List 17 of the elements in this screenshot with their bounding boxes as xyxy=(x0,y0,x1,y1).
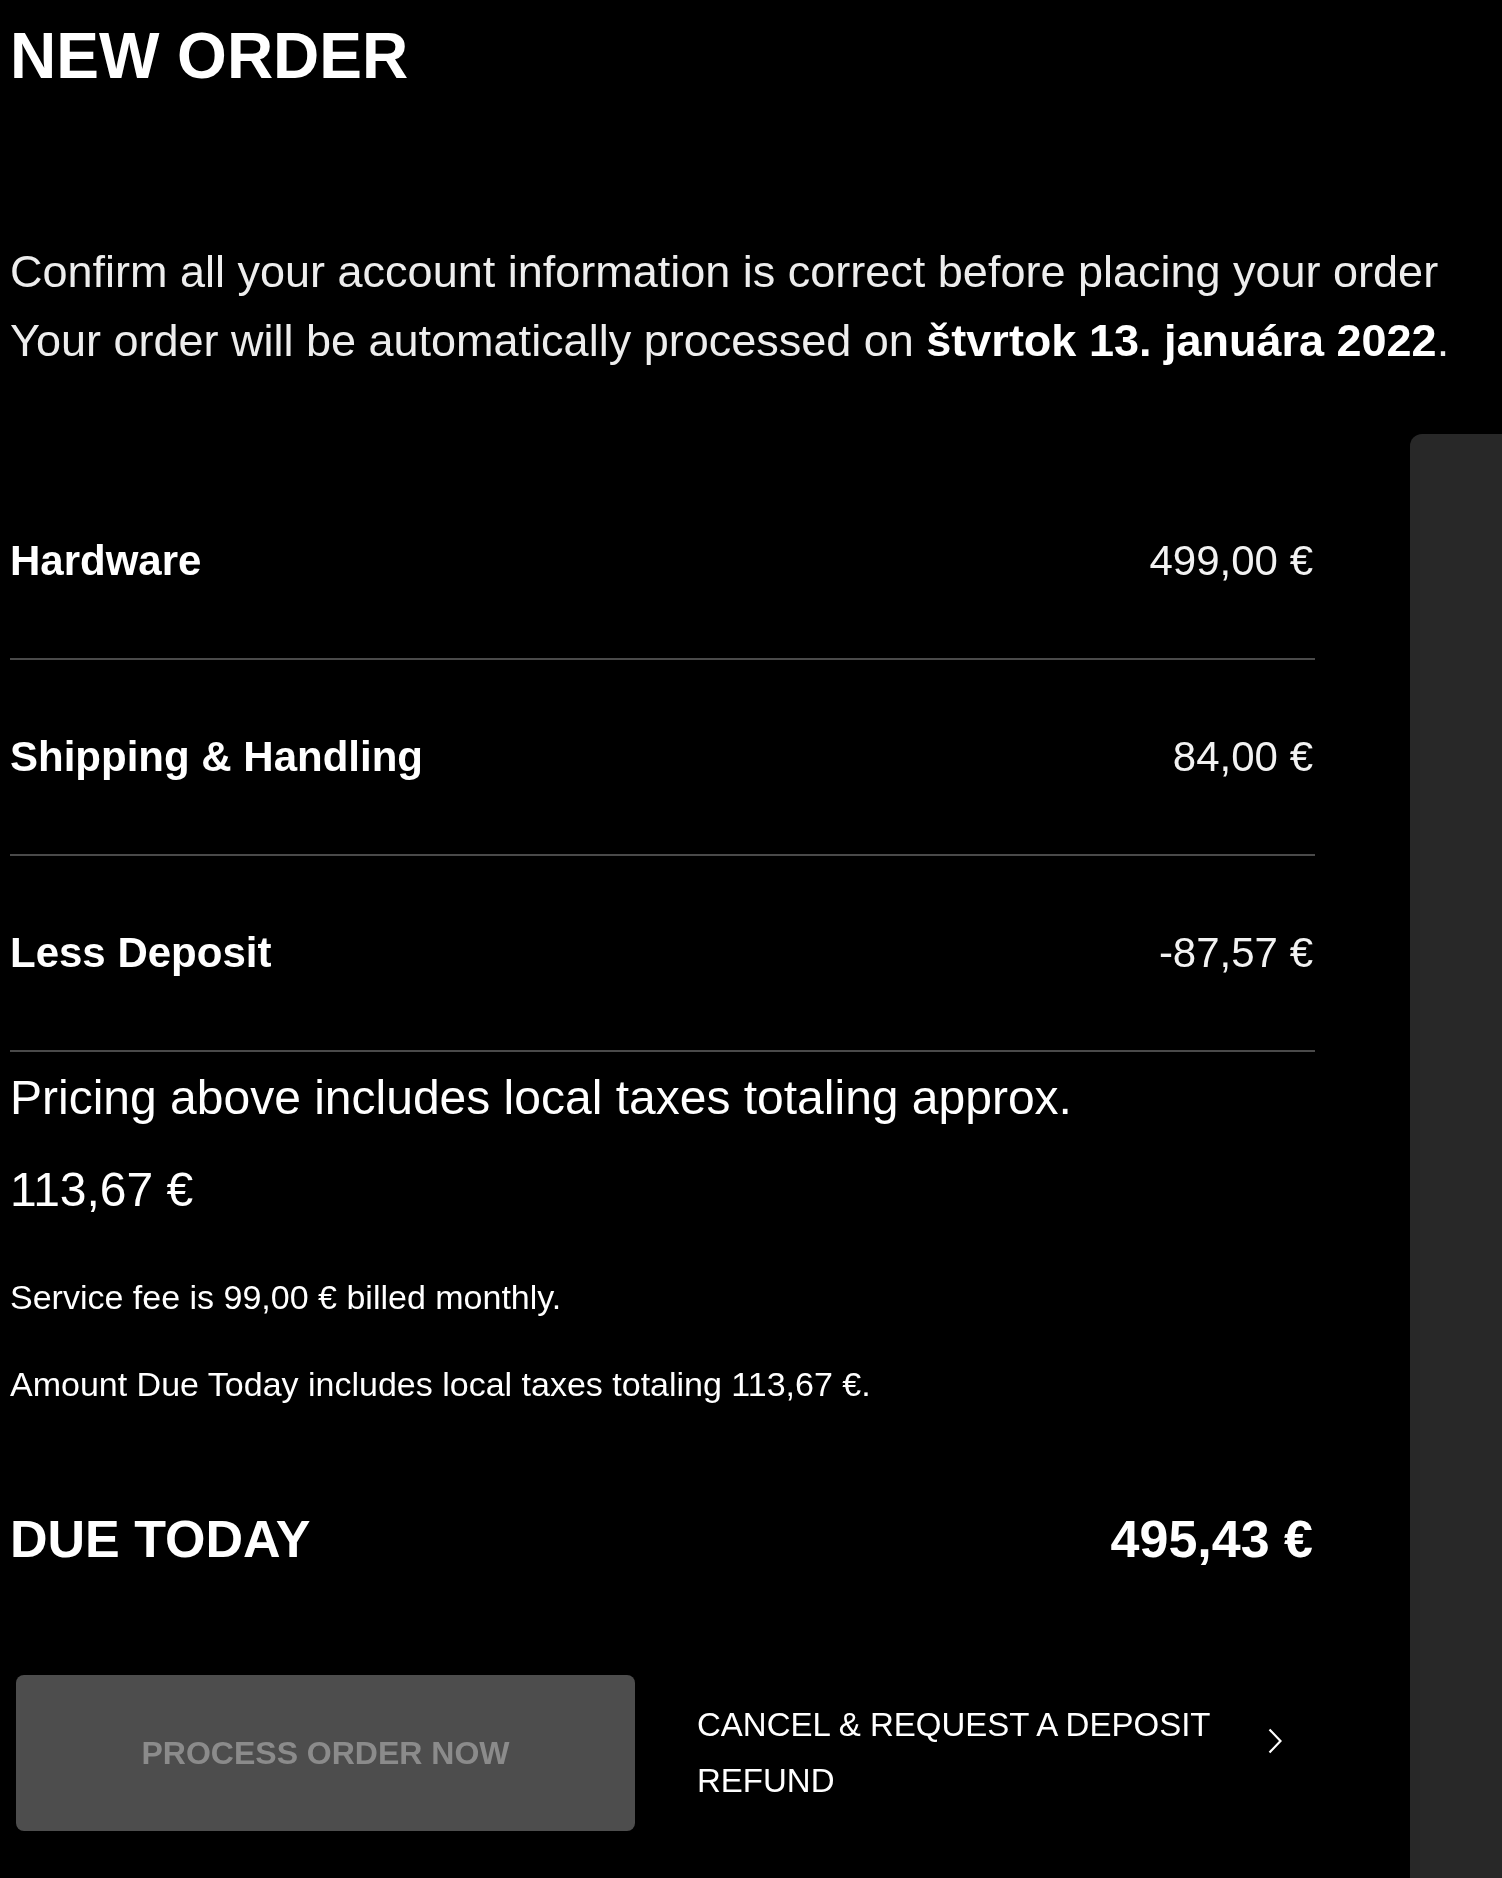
line-item-label: Less Deposit xyxy=(10,928,272,978)
info-note: Amount Due Today includes local taxes totaling 113,67 €. xyxy=(10,1364,871,1405)
tax-note-text: Pricing above includes local taxes totaling approx. xyxy=(10,1070,1072,1126)
tax-amount: 113,67 € xyxy=(10,1162,194,1218)
line-item-label: Hardware xyxy=(10,536,202,586)
page-title: NEW ORDER xyxy=(10,24,409,88)
intro-text: Your order will be automatically processed on štvrtok 13. januára 2022. xyxy=(10,314,1450,368)
info-note: Service fee is 99,00 € billed monthly. xyxy=(10,1277,562,1318)
line-item-label: Shipping & Handling xyxy=(10,732,423,782)
intro-text: Confirm all your account information is correct before placing your order xyxy=(10,245,1439,299)
due-today-label: DUE TODAY xyxy=(10,1509,311,1569)
cancel-refund-link[interactable]: CANCEL & REQUEST A DEPOSIT REFUND xyxy=(697,1697,1282,1809)
line-item-amount: -87,57 € xyxy=(1158,928,1314,978)
line-item-amount: 84,00 € xyxy=(1172,732,1314,782)
due-today-amount: 495,43 € xyxy=(1110,1509,1314,1569)
line-item-amount: 499,00 € xyxy=(1149,536,1314,586)
chevron-icon xyxy=(1268,1728,1282,1754)
